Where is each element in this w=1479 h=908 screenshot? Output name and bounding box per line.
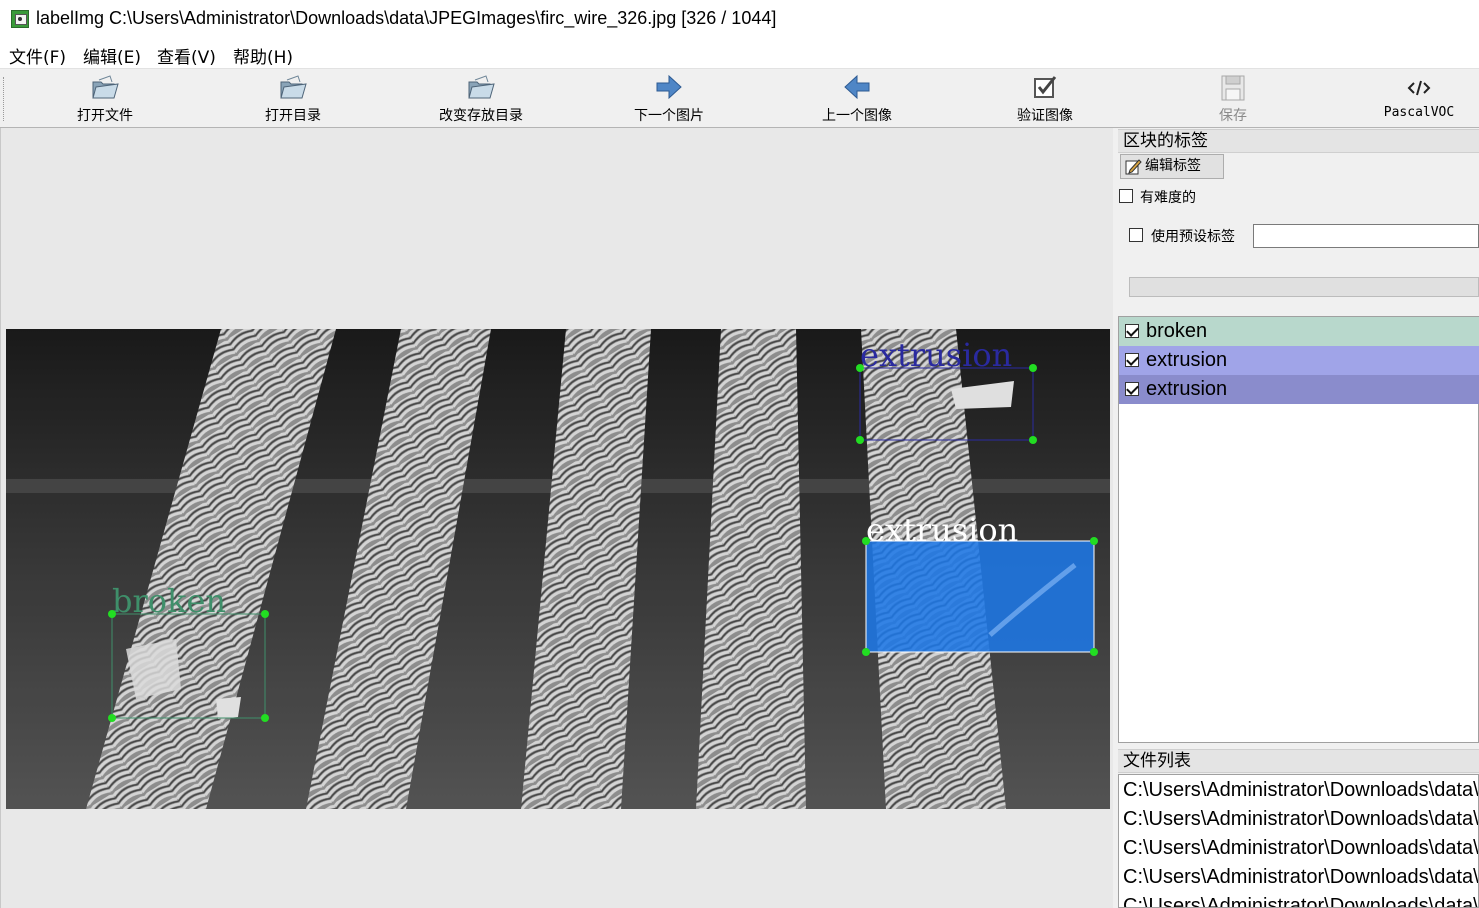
bbox-broken-label: broken: [112, 582, 226, 620]
label-visible-checkbox[interactable]: [1125, 353, 1139, 367]
edit-icon: [1125, 159, 1142, 175]
file-list[interactable]: C:\Users\Administrator\Downloads\data\JP…: [1118, 774, 1479, 908]
default-label-input[interactable]: [1253, 224, 1479, 248]
label-visible-checkbox[interactable]: [1125, 382, 1139, 396]
file-list-item[interactable]: C:\Users\Administrator\Downloads\data\JP…: [1123, 779, 1478, 802]
file-list-item[interactable]: C:\Users\Administrator\Downloads\data\JP…: [1123, 866, 1478, 889]
progress-bar: [1129, 277, 1479, 297]
edit-label-text: 编辑标签: [1145, 158, 1201, 174]
use-default-label-text: 使用预设标签: [1151, 229, 1235, 245]
use-default-label-checkbox[interactable]: [1129, 228, 1143, 242]
label-visible-checkbox[interactable]: [1125, 324, 1139, 338]
right-dock: 区块的标签 编辑标签 有难度的 使用预设标签 broken extrusion …: [1118, 128, 1479, 908]
bbox-extrusion-top-label: extrusion: [860, 336, 1012, 374]
edit-label-button[interactable]: 编辑标签: [1120, 154, 1224, 179]
label-item-text: extrusion: [1146, 349, 1228, 371]
file-list-item[interactable]: C:\Users\Administrator\Downloads\data\JP…: [1123, 895, 1478, 907]
bbox-extrusion-selected[interactable]: extrusion: [862, 511, 1098, 656]
label-list-item[interactable]: broken: [1119, 317, 1479, 346]
bbox-extrusion-top[interactable]: extrusion: [856, 336, 1037, 444]
label-list-item[interactable]: extrusion: [1119, 375, 1479, 404]
bbox-broken[interactable]: broken: [108, 582, 269, 722]
label-list[interactable]: broken extrusion extrusion: [1118, 316, 1479, 743]
bbox-extrusion-selected-label: extrusion: [866, 511, 1018, 549]
file-list-title: 文件列表: [1118, 749, 1479, 773]
file-list-item[interactable]: C:\Users\Administrator\Downloads\data\JP…: [1123, 808, 1478, 831]
file-list-item[interactable]: C:\Users\Administrator\Downloads\data\JP…: [1123, 837, 1478, 860]
difficult-label: 有难度的: [1140, 190, 1196, 206]
difficult-checkbox[interactable]: [1119, 189, 1133, 203]
box-labels-title: 区块的标签: [1118, 129, 1479, 153]
label-item-text: extrusion: [1146, 378, 1228, 400]
label-item-text: broken: [1146, 320, 1208, 342]
label-list-item[interactable]: extrusion: [1119, 346, 1479, 375]
